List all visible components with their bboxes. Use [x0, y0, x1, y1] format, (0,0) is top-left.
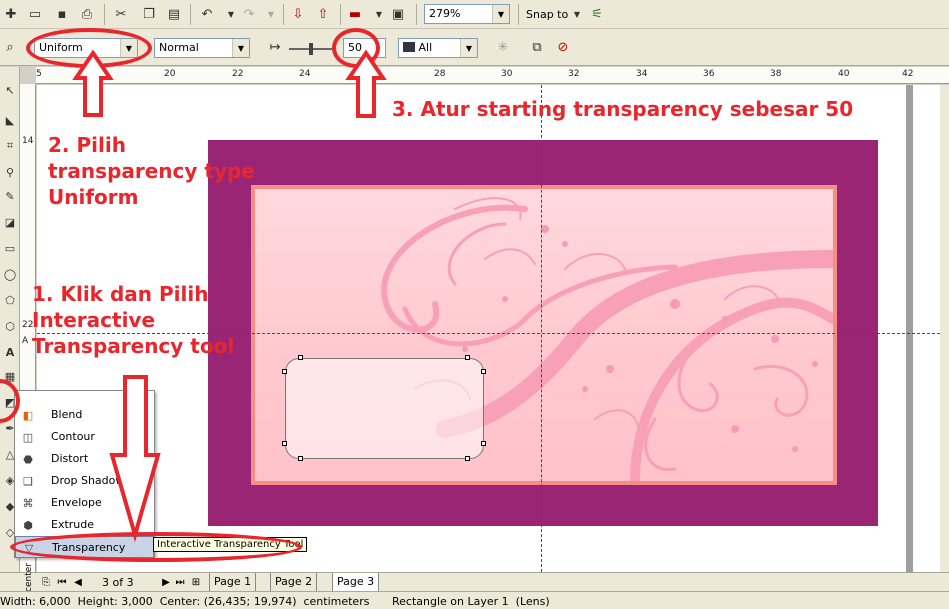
arrow-up-icon [72, 49, 114, 117]
arrow-up-icon [345, 49, 387, 118]
annotation-arrows [72, 49, 387, 543]
arrow-down-icon [109, 375, 161, 543]
